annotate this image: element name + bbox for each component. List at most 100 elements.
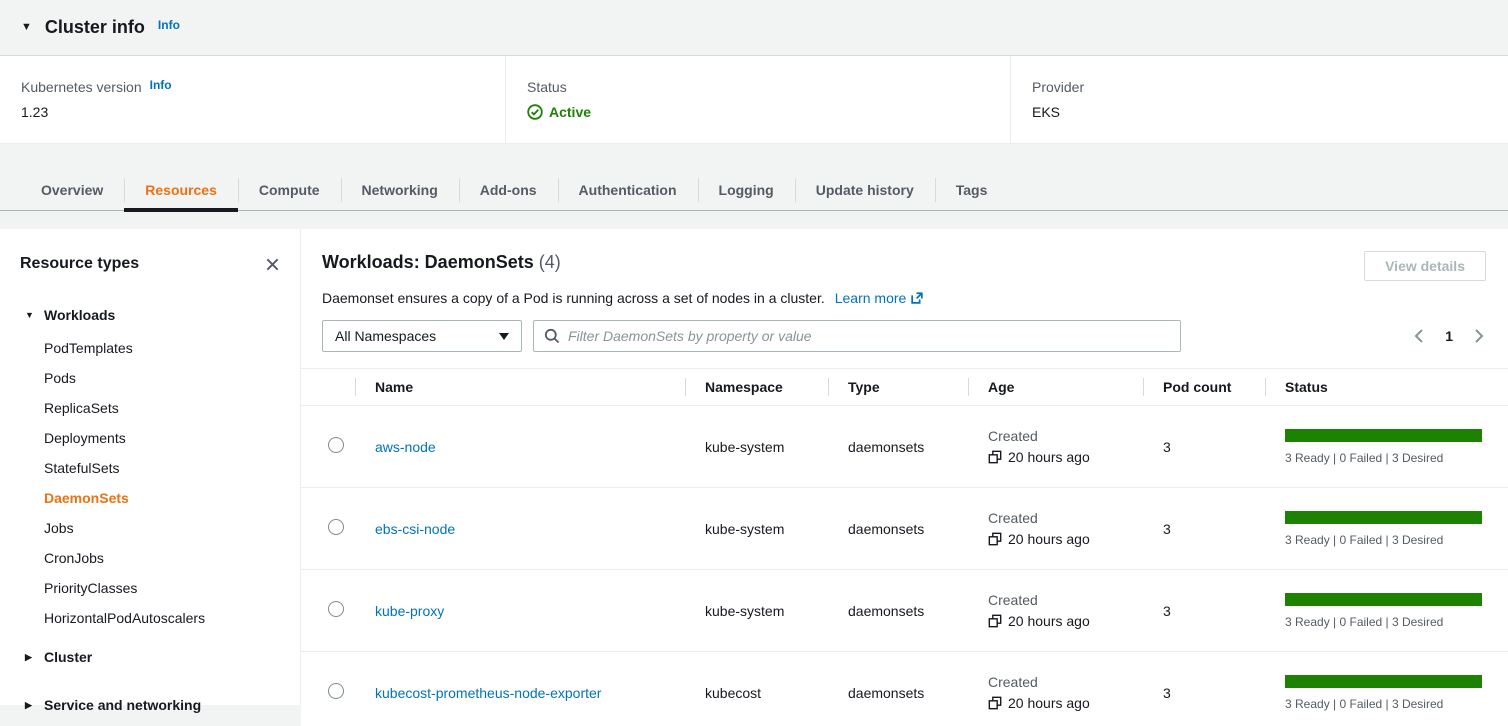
resource-tree: ▼ Workloads PodTemplates Pods ReplicaSet… — [20, 303, 280, 717]
tree-group-workloads[interactable]: ▼ Workloads — [20, 303, 280, 327]
header-namespace: Namespace — [685, 379, 828, 395]
pagination: 1 — [1413, 328, 1486, 344]
tab-logging[interactable]: Logging — [698, 170, 795, 210]
row-select-radio[interactable] — [328, 519, 344, 535]
pod-count-cell: 3 — [1143, 603, 1265, 619]
collapse-caret-icon[interactable]: ▼ — [21, 22, 32, 33]
table-row: aws-node kube-system daemonsets Created … — [301, 406, 1508, 488]
status-cell: 3 Ready | 0 Failed | 3 Desired — [1265, 675, 1508, 711]
close-icon[interactable] — [265, 257, 280, 272]
provider-label: Provider — [1032, 79, 1084, 95]
table-row: ebs-csi-node kube-system daemonsets Crea… — [301, 488, 1508, 570]
sidebar-item-podtemplates[interactable]: PodTemplates — [20, 333, 280, 363]
daemonset-name-link[interactable]: kubecost-prometheus-node-exporter — [375, 685, 601, 701]
resource-types-sidebar: Resource types ▼ Workloads PodTemplates … — [0, 229, 301, 705]
namespace-cell: kube-system — [685, 439, 828, 455]
tab-update-history[interactable]: Update history — [795, 170, 935, 210]
cluster-info-title: Cluster info — [45, 17, 145, 38]
tab-authentication[interactable]: Authentication — [558, 170, 698, 210]
next-page-icon[interactable] — [1473, 328, 1485, 344]
namespace-select[interactable]: All Namespaces — [322, 320, 522, 352]
status-progress-bar — [1285, 511, 1482, 524]
sidebar-item-statefulsets[interactable]: StatefulSets — [20, 453, 280, 483]
daemonset-name-link[interactable]: aws-node — [375, 439, 436, 455]
cluster-info-header: ▼ Cluster info Info — [0, 0, 1508, 55]
status-badge: Active — [527, 104, 1010, 120]
header-type: Type — [828, 379, 968, 395]
cluster-info-panel: Kubernetes version Info 1.23 Status Acti… — [0, 55, 1508, 144]
view-details-button[interactable]: View details — [1364, 251, 1486, 281]
previous-page-icon[interactable] — [1413, 328, 1425, 344]
age-cell: Created 20 hours ago — [968, 428, 1143, 465]
kubernetes-version-field: Kubernetes version Info 1.23 — [0, 56, 505, 143]
tab-add-ons[interactable]: Add-ons — [459, 170, 558, 210]
provider-value: EKS — [1032, 104, 1508, 120]
header-name: Name — [355, 379, 685, 395]
status-progress-bar — [1285, 429, 1482, 442]
kubernetes-version-label: Kubernetes version — [21, 79, 142, 95]
search-input[interactable] — [568, 328, 1170, 344]
type-cell: daemonsets — [828, 439, 968, 455]
copy-icon[interactable] — [988, 532, 1002, 546]
status-progress-bar — [1285, 675, 1482, 688]
kubernetes-version-info-link[interactable]: Info — [150, 78, 172, 92]
type-cell: daemonsets — [828, 685, 968, 701]
sidebar-item-jobs[interactable]: Jobs — [20, 513, 280, 543]
panel-description: Daemonset ensures a copy of a Pod is run… — [322, 290, 1486, 306]
tree-group-service-networking-label: Service and networking — [44, 697, 201, 713]
tab-resources[interactable]: Resources — [124, 170, 238, 210]
sidebar-item-cronjobs[interactable]: CronJobs — [20, 543, 280, 573]
type-cell: daemonsets — [828, 521, 968, 537]
tabs-band: Overview Resources Compute Networking Ad… — [0, 144, 1508, 211]
tree-group-cluster[interactable]: ▶ Cluster — [20, 645, 280, 669]
caret-right-icon: ▶ — [25, 700, 35, 711]
external-link-icon — [910, 291, 924, 305]
learn-more-link[interactable]: Learn more — [835, 290, 925, 306]
tab-compute[interactable]: Compute — [238, 170, 341, 210]
row-select-radio[interactable] — [328, 683, 344, 699]
tab-overview[interactable]: Overview — [20, 170, 124, 210]
namespace-select-value: All Namespaces — [335, 328, 436, 344]
daemonset-name-link[interactable]: ebs-csi-node — [375, 521, 455, 537]
sidebar-item-horizontalpodautoscalers[interactable]: HorizontalPodAutoscalers — [20, 603, 280, 633]
tab-bar: Overview Resources Compute Networking Ad… — [0, 170, 1508, 211]
caret-down-icon: ▼ — [25, 310, 35, 320]
chevron-down-icon — [499, 333, 509, 340]
cluster-info-info-link[interactable]: Info — [158, 18, 180, 32]
tree-group-service-networking[interactable]: ▶ Service and networking — [20, 693, 280, 717]
sidebar-item-pods[interactable]: Pods — [20, 363, 280, 393]
copy-icon[interactable] — [988, 450, 1002, 464]
tree-group-workloads-label: Workloads — [44, 307, 115, 323]
age-cell: Created 20 hours ago — [968, 510, 1143, 547]
content-area: Resource types ▼ Workloads PodTemplates … — [0, 229, 1508, 705]
tab-networking[interactable]: Networking — [341, 170, 459, 210]
sidebar-title: Resource types — [20, 255, 139, 273]
tab-tags[interactable]: Tags — [935, 170, 1009, 210]
sidebar-item-priorityclasses[interactable]: PriorityClasses — [20, 573, 280, 603]
age-cell: Created 20 hours ago — [968, 592, 1143, 629]
header-pod-count: Pod count — [1143, 379, 1265, 395]
copy-icon[interactable] — [988, 696, 1002, 710]
table-row: kube-proxy kube-system daemonsets Create… — [301, 570, 1508, 652]
status-value: Active — [549, 104, 591, 120]
namespace-cell: kube-system — [685, 603, 828, 619]
sidebar-item-deployments[interactable]: Deployments — [20, 423, 280, 453]
status-label: Status — [527, 79, 567, 95]
row-count-badge: (4) — [539, 252, 561, 272]
provider-field: Provider EKS — [1010, 56, 1508, 143]
row-select-radio[interactable] — [328, 437, 344, 453]
header-age: Age — [968, 379, 1143, 395]
status-progress-bar — [1285, 593, 1482, 606]
sidebar-item-daemonsets[interactable]: DaemonSets — [20, 483, 280, 513]
namespace-cell: kubecost — [685, 685, 828, 701]
type-cell: daemonsets — [828, 603, 968, 619]
status-field: Status Active — [505, 56, 1010, 143]
row-select-radio[interactable] — [328, 601, 344, 617]
status-cell: 3 Ready | 0 Failed | 3 Desired — [1265, 429, 1508, 465]
daemonsets-panel: Workloads: DaemonSets (4) View details D… — [301, 229, 1508, 705]
daemonset-name-link[interactable]: kube-proxy — [375, 603, 444, 619]
page-number[interactable]: 1 — [1445, 328, 1453, 344]
pod-count-cell: 3 — [1143, 685, 1265, 701]
sidebar-item-replicasets[interactable]: ReplicaSets — [20, 393, 280, 423]
copy-icon[interactable] — [988, 614, 1002, 628]
